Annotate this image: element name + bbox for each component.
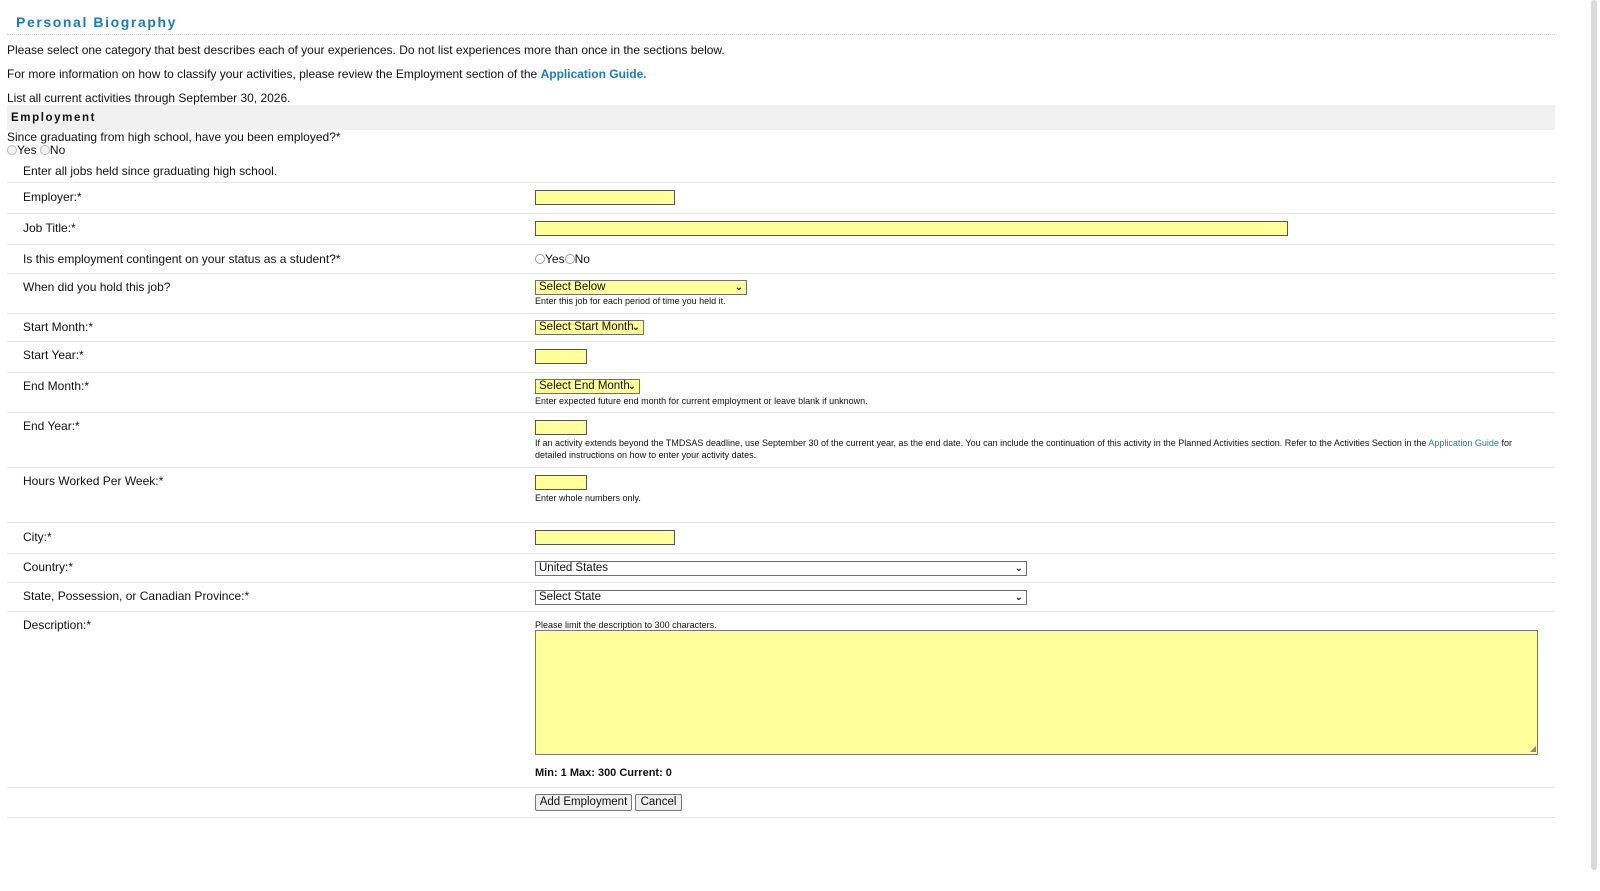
character-counter: Min: 1 Max: 300 Current: 0 (535, 767, 672, 779)
when-select[interactable]: Select Below ⌄ (535, 280, 747, 295)
intro-text-2: For more information on how to classify … (7, 67, 647, 81)
country-select-value: United States (539, 562, 609, 574)
job-title-input[interactable] (535, 221, 1288, 236)
hours-row (7, 467, 1555, 468)
end-month-row (7, 372, 1555, 373)
start-month-row (7, 313, 1555, 314)
chevron-down-icon: ⌄ (1014, 592, 1023, 603)
end-year-input[interactable] (535, 420, 587, 435)
when-label: When did you hold this job? (23, 280, 171, 294)
intro-text-2-prefix: For more information on how to classify … (7, 67, 538, 81)
city-input[interactable] (535, 530, 675, 545)
start-month-select-value: Select Start Month (539, 321, 634, 333)
end-month-select-value: Select End Month (539, 380, 630, 392)
chevron-down-icon: ⌄ (1014, 563, 1023, 574)
start-month-select[interactable]: Select Start Month ⌄ (535, 320, 644, 335)
hours-hint: Enter whole numbers only. (535, 493, 641, 503)
state-row (7, 582, 1555, 583)
end-month-hint: Enter expected future end month for curr… (535, 396, 868, 406)
contingent-row (7, 244, 1555, 245)
add-employment-button[interactable]: Add Employment (535, 794, 632, 811)
start-month-label: Start Month:* (23, 320, 94, 334)
application-guide-link[interactable]: Application Guide (1428, 438, 1499, 448)
employment-section-header: Employment (7, 105, 1555, 130)
application-guide-link[interactable]: Application Guide. (541, 67, 647, 81)
end-year-label: End Year:* (23, 419, 80, 433)
employer-input[interactable] (535, 190, 675, 205)
hours-label: Hours Worked Per Week:* (23, 474, 164, 488)
end-month-select[interactable]: Select End Month ⌄ (535, 379, 640, 394)
chevron-down-icon: ⌄ (734, 282, 743, 293)
contingent-radio-group: Yes No (535, 252, 590, 266)
vertical-scrollbar[interactable] (1586, 0, 1600, 891)
contingent-no-radio[interactable] (564, 253, 575, 264)
end-month-label: End Month:* (23, 379, 90, 393)
country-row (7, 553, 1555, 554)
intro-text-1: Please select one category that best des… (7, 43, 725, 57)
chevron-down-icon: ⌄ (627, 381, 636, 392)
buttons-row (7, 787, 1555, 788)
employed-radio-group: Yes No (7, 143, 65, 157)
city-row (7, 522, 1555, 523)
state-label: State, Possession, or Canadian Province:… (23, 589, 250, 603)
page-title: Personal Biography (16, 14, 178, 30)
intro-text-3: List all current activities through Sept… (7, 91, 291, 105)
scrollbar-thumb[interactable] (1591, 0, 1597, 870)
description-row (7, 611, 1555, 612)
employed-no-label: No (49, 143, 66, 157)
start-year-label: Start Year:* (23, 348, 84, 362)
start-year-row (7, 341, 1555, 342)
hours-input[interactable] (535, 475, 587, 490)
end-year-hint-prefix: If an activity extends beyond the TMDSAS… (535, 438, 1427, 448)
section-title: Employment (11, 112, 97, 124)
when-select-value: Select Below (539, 281, 606, 293)
employed-question: Since graduating from high school, have … (7, 130, 341, 144)
end-year-hint: If an activity extends beyond the TMDSAS… (535, 437, 1535, 461)
country-label: Country:* (23, 560, 74, 574)
state-select[interactable]: Select State ⌄ (535, 590, 1027, 605)
when-row (7, 273, 1555, 274)
cancel-button[interactable]: Cancel (635, 794, 682, 811)
employed-yes-radio[interactable] (7, 144, 17, 155)
end-year-row (7, 412, 1555, 413)
chevron-down-icon: ⌄ (631, 322, 640, 333)
enter-all-jobs-text: Enter all jobs held since graduating hig… (23, 164, 278, 178)
contingent-no-label: No (574, 252, 590, 266)
employed-no-radio[interactable] (39, 144, 50, 155)
employer-row (7, 182, 1555, 183)
state-select-value: Select State (539, 591, 602, 603)
employed-yes-label: Yes (17, 143, 37, 157)
job-title-row (7, 213, 1555, 214)
job-title-label: Job Title:* (23, 221, 76, 235)
description-label: Description:* (23, 618, 92, 632)
contingent-yes-label: Yes (545, 252, 565, 266)
bottom-divider (7, 817, 1555, 818)
contingent-yes-radio[interactable] (535, 253, 545, 264)
resize-grip-icon[interactable]: ◢ (1530, 745, 1536, 753)
city-label: City:* (23, 530, 52, 544)
contingent-label: Is this employment contingent on your st… (23, 252, 341, 266)
start-year-input[interactable] (535, 349, 587, 364)
title-divider (7, 34, 1555, 35)
description-hint: Please limit the description to 300 char… (535, 620, 717, 630)
employer-label: Employer:* (23, 190, 82, 204)
description-textarea[interactable]: ◢ (535, 630, 1538, 755)
country-select[interactable]: United States ⌄ (535, 561, 1027, 576)
when-hint: Enter this job for each period of time y… (535, 296, 726, 306)
